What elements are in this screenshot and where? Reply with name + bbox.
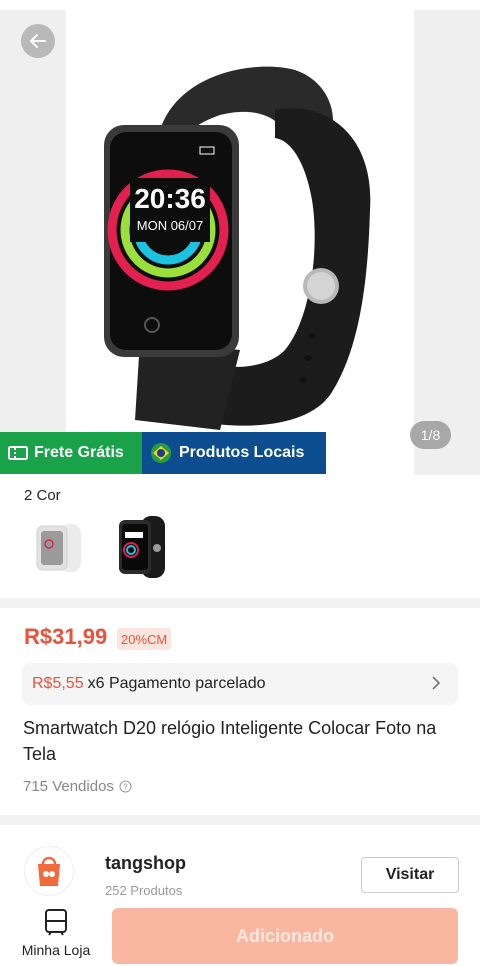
brazil-flag-icon bbox=[151, 443, 171, 463]
black-watch-thumbnail bbox=[119, 516, 165, 578]
store-logo[interactable] bbox=[24, 846, 74, 896]
installment-row[interactable]: R$5,55 x6 Pagamento parcelado bbox=[22, 663, 458, 705]
discount-badge: 20%CM bbox=[117, 628, 172, 650]
store-name[interactable]: tangshop bbox=[105, 853, 186, 874]
store-icon bbox=[45, 909, 67, 936]
svg-text:?: ? bbox=[123, 783, 128, 792]
ticket-icon bbox=[8, 446, 28, 460]
section-divider bbox=[0, 815, 480, 825]
sold-count: 715 Vendidos ? bbox=[23, 778, 132, 795]
free-shipping-label: Frete Grátis bbox=[34, 444, 124, 461]
my-shop-button[interactable]: Minha Loja bbox=[18, 908, 94, 958]
variant-white[interactable] bbox=[22, 513, 92, 583]
question-icon[interactable]: ? bbox=[119, 780, 132, 793]
product-price: R$31,99 bbox=[24, 624, 108, 649]
watch-date: MON 06/07 bbox=[137, 218, 203, 233]
local-products-badge: Produtos Locais bbox=[142, 432, 326, 474]
watch-time: 20:36 bbox=[134, 183, 206, 214]
local-products-label: Produtos Locais bbox=[179, 444, 305, 461]
gallery-prev-preview bbox=[0, 10, 66, 432]
my-shop-label: Minha Loja bbox=[21, 942, 91, 958]
bottom-action-bar: Minha Loja Adicionado bbox=[0, 898, 480, 966]
white-watch-thumbnail bbox=[36, 524, 81, 572]
free-shipping-badge: Frete Grátis bbox=[0, 432, 142, 474]
store-product-count: 252 Produtos bbox=[105, 883, 183, 898]
shopping-bag-icon bbox=[38, 856, 60, 886]
product-title: Smartwatch D20 relógio Inteligente Coloc… bbox=[23, 718, 437, 764]
image-counter: 1/8 bbox=[410, 421, 451, 449]
installment-text: x6 Pagamento parcelado bbox=[87, 675, 266, 692]
back-button[interactable] bbox=[21, 24, 55, 58]
promo-banner: Frete Grátis Produtos Locais bbox=[0, 432, 326, 474]
add-to-cart-button[interactable]: Adicionado bbox=[112, 908, 458, 964]
variant-selector: 2 Cor bbox=[0, 475, 480, 598]
variant-count-label: 2 Cor bbox=[24, 487, 61, 504]
arrow-left-icon bbox=[30, 34, 46, 48]
section-divider bbox=[0, 598, 480, 608]
visit-store-button[interactable]: Visitar bbox=[361, 857, 459, 893]
installment-amount: R$5,55 bbox=[32, 675, 84, 692]
gallery-next-preview bbox=[414, 10, 480, 475]
sold-count-label: 715 Vendidos bbox=[23, 778, 114, 795]
product-gallery[interactable]: 20:36 MON 06/07 1/8 bbox=[0, 0, 480, 475]
variant-black[interactable] bbox=[106, 513, 176, 583]
chevron-right-icon bbox=[432, 676, 441, 690]
product-image: 20:36 MON 06/07 bbox=[104, 66, 371, 430]
